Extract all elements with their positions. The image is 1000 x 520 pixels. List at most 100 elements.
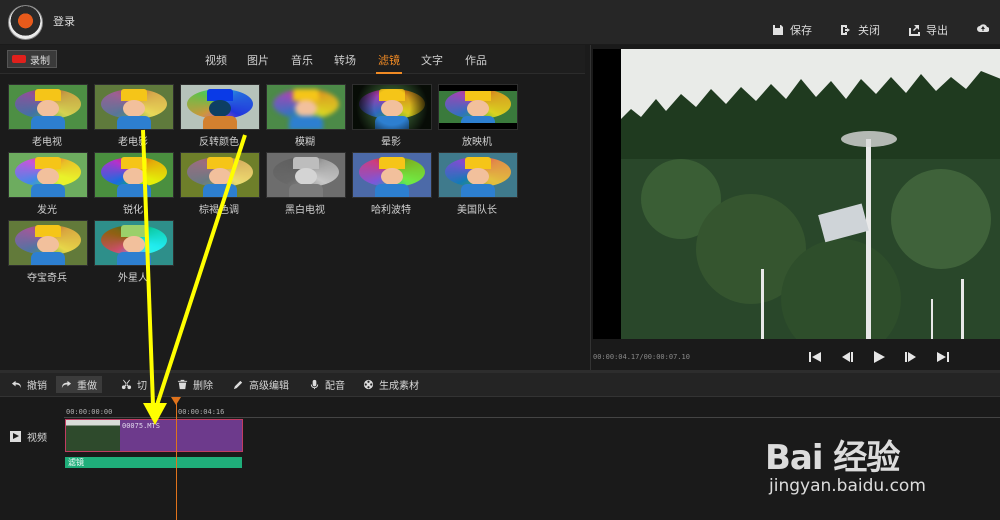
filter-thumbnail [94,152,174,198]
scissors-icon [121,379,132,390]
filter-thumbnail [8,84,88,130]
filter-label: 黑白电视 [285,205,325,216]
filter-label: 晕影 [381,137,401,148]
watermark-logo: Bai 经验 [765,438,900,478]
delete-label: 删除 [193,381,213,392]
export-icon [909,25,920,36]
video-preview[interactable] [593,49,1000,339]
tab-music[interactable]: 音乐 [291,52,313,68]
tab-transition[interactable]: 转场 [334,52,356,68]
generate-material-button[interactable]: 生成素材 [358,376,424,393]
generate-material-label: 生成素材 [379,381,419,392]
tab-works[interactable]: 作品 [465,52,487,68]
undo-label: 撤销 [27,381,47,392]
filter-label: 老电影 [118,137,148,148]
filter-label: 发光 [37,205,57,216]
filter-label: 模糊 [295,137,315,148]
tab-image[interactable]: 图片 [247,52,269,68]
filter-thumbnail [180,152,260,198]
step-back-icon[interactable] [839,350,855,364]
filter-item[interactable]: 晕影 [352,84,432,148]
tab-text[interactable]: 文字 [421,52,443,68]
save-button[interactable]: 保存 [772,22,812,38]
close-label: 关闭 [858,24,880,37]
filter-label: 哈利波特 [371,205,411,216]
filter-item[interactable]: 发光 [8,152,88,216]
record-button[interactable]: 录制 [7,50,57,68]
undo-button[interactable]: 撤销 [6,376,52,393]
filter-thumbnail [8,220,88,266]
filter-thumbnail [438,152,518,198]
preview-frame [621,49,1000,339]
ruler-tick-label: 00:00:00:00 [66,408,113,416]
skip-to-end-icon[interactable] [935,350,951,364]
filter-thumbnail [180,84,260,130]
microphone-icon [310,379,319,390]
filter-grid: 老电视 老电影 反转颜色 模糊 晕影 放映机 发光 锐化 棕褐色调 黑白电视 哈… [0,74,585,370]
export-label: 导出 [926,24,948,37]
filter-thumbnail [266,84,346,130]
filter-label: 夺宝奇兵 [27,273,67,284]
exit-icon [841,25,850,35]
filter-item[interactable]: 黑白电视 [266,152,346,216]
filter-thumbnail [438,84,518,130]
video-track-header: 视频 [10,429,47,444]
playhead[interactable] [171,397,181,520]
export-button[interactable]: 导出 [908,22,948,38]
pencil-icon [233,380,243,390]
preview-timecode: 00:00:04.17/00:00:07.10 [593,353,690,361]
edit-toolbar: 撤销 重做 切 删除 高级编辑 配音 生成素材 [0,373,1000,397]
undo-icon [11,380,22,389]
filter-label: 反转颜色 [199,137,239,148]
filter-label: 外星人 [118,273,148,284]
play-icon[interactable] [871,350,887,364]
top-header: 登录 保存 关闭 导出 [0,0,1000,44]
filter-label: 老电视 [32,137,62,148]
advanced-edit-label: 高级编辑 [249,381,289,392]
save-icon [773,25,783,35]
filter-track-label: 滤镜 [68,458,84,467]
login-link[interactable]: 登录 [53,13,75,29]
filter-thumbnail [352,152,432,198]
watermark-url: jingyan.baidu.com [769,476,926,496]
filter-item[interactable]: 外星人 [94,220,174,284]
filter-item[interactable]: 美国队长 [438,152,518,216]
filter-item[interactable]: 老电视 [8,84,88,148]
filter-thumbnail [352,84,432,130]
filter-thumbnail [94,84,174,130]
video-track-label: 视频 [27,433,47,444]
step-forward-icon[interactable] [903,350,919,364]
skip-to-start-icon[interactable] [807,350,823,364]
filter-item[interactable]: 夺宝奇兵 [8,220,88,284]
record-icon [12,55,26,63]
filter-item[interactable]: 锐化 [94,152,174,216]
filter-item[interactable]: 模糊 [266,84,346,148]
filter-item[interactable]: 棕褐色调 [180,152,260,216]
upload-button[interactable] [977,22,989,34]
cut-button[interactable]: 切 [116,376,152,393]
close-button[interactable]: 关闭 [840,22,880,38]
avatar[interactable] [8,5,43,40]
filter-item[interactable]: 放映机 [438,84,518,148]
dub-label: 配音 [325,381,345,392]
filter-label: 放映机 [462,137,492,148]
baidu-watermark: Bai 经验 jingyan.baidu.com [765,410,990,505]
tab-video[interactable]: 视频 [205,52,227,68]
clip-thumbnail [66,420,120,451]
tab-filter[interactable]: 滤镜 [376,52,402,74]
delete-button[interactable]: 删除 [172,376,218,393]
filter-thumbnail [8,152,88,198]
video-clip[interactable]: 00075.MTS [65,419,243,452]
filter-item[interactable]: 老电影 [94,84,174,148]
video-track-icon [10,431,21,442]
cloud-upload-icon [977,24,989,32]
advanced-edit-button[interactable]: 高级编辑 [228,376,294,393]
filter-thumbnail [94,220,174,266]
filter-item[interactable]: 哈利波特 [352,152,432,216]
trash-icon [177,379,188,390]
redo-button[interactable]: 重做 [56,376,102,393]
dub-button[interactable]: 配音 [304,376,350,393]
filter-item[interactable]: 反转颜色 [180,84,260,148]
media-tabs: 录制 视频 图片 音乐 转场 滤镜 文字 作品 [0,45,585,74]
filter-track-bar[interactable]: 滤镜 [65,457,242,468]
